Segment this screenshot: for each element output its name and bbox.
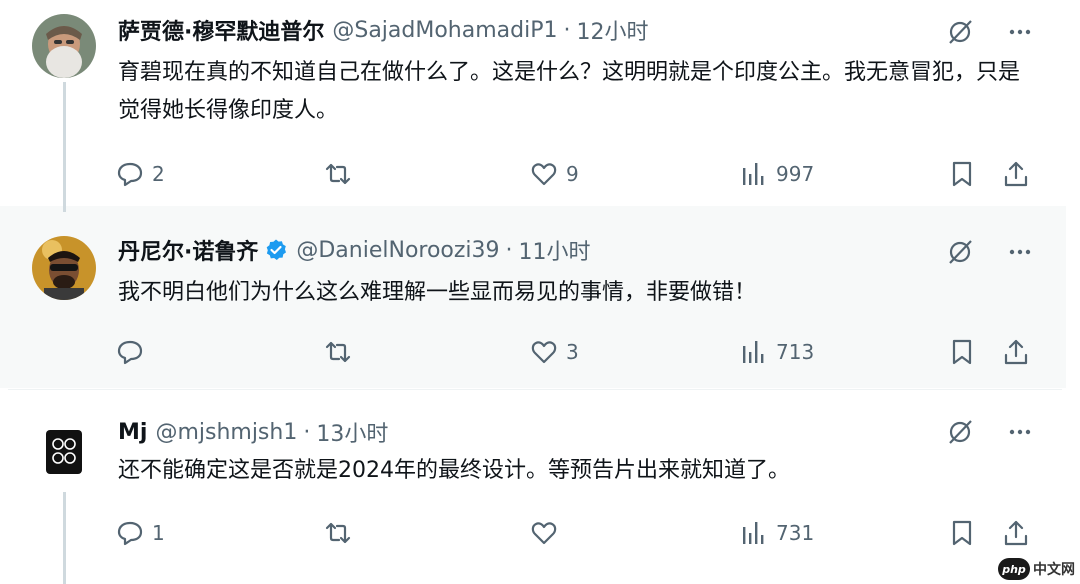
retweet-icon [325,163,351,185]
display-name[interactable]: 丹尼尔·诺鲁齐 [118,234,258,266]
reply-icon [117,162,143,187]
avatar[interactable] [32,420,96,484]
retweet-button[interactable] [324,515,360,551]
like-icon [531,163,557,186]
like-button[interactable]: 9 [530,156,579,192]
timestamp[interactable]: 12小时 [576,14,648,46]
bookmark-button[interactable] [948,515,976,551]
bookmark-button[interactable] [948,156,976,192]
watermark-text: 中文网 [1033,562,1075,578]
like-count: 3 [566,340,579,364]
views-count: 997 [776,162,815,186]
share-icon [1004,339,1028,365]
separator: · [563,17,571,43]
action-bar: 2 9 997 [116,156,1036,192]
verified-badge-icon [264,238,288,262]
tweet-text: 还不能确定这是否就是2024年的最终设计。等预告片出来就知道了。 [118,458,790,483]
bookmark-button[interactable] [948,334,976,370]
bookmark-icon [952,339,972,365]
more-icon[interactable] [1008,240,1032,268]
timestamp[interactable]: 11小时 [519,234,591,266]
views-button[interactable]: 713 [740,334,814,370]
retweet-icon [325,341,351,363]
more-icon[interactable] [1008,20,1032,48]
watermark: php 中文网 [998,556,1076,582]
reply-button[interactable] [116,334,152,370]
bookmark-icon [952,161,972,187]
display-name[interactable]: Mj [118,420,147,445]
reply-icon [117,340,143,365]
like-icon [531,341,557,364]
action-bar: 1 731 [116,515,1036,551]
views-button[interactable]: 731 [740,515,814,551]
separator: · [303,419,311,445]
views-count: 731 [776,521,815,545]
retweet-button[interactable] [324,334,360,370]
handle[interactable]: @mjshmjsh1 [155,420,297,445]
tweet-text: 我不明白他们为什么这么难理解一些显而易见的事情，非要做错！ [118,280,757,305]
reply-count: 1 [152,521,165,545]
like-button[interactable] [530,515,566,551]
grok-icon[interactable] [946,238,974,270]
retweet-icon [325,522,351,544]
views-count: 713 [776,340,815,364]
tweet-text: 育碧现在真的不知道自己在做什么了。这是什么？这明明就是个印度公主。我无意冒犯，只… [118,60,1021,123]
like-count: 9 [566,162,579,186]
reply-button[interactable]: 2 [116,156,165,192]
share-icon [1004,520,1028,546]
views-icon [743,522,764,544]
action-bar: 3 713 [116,334,1036,370]
watermark-logo: php [998,558,1030,580]
bookmark-icon [952,520,972,546]
reply-icon [117,521,143,546]
reply-count: 2 [152,162,165,186]
avatar[interactable] [32,236,96,300]
divider [8,389,1062,390]
separator: · [505,237,513,263]
views-icon [743,341,764,363]
avatar[interactable] [32,14,96,78]
grok-icon[interactable] [946,18,974,50]
views-button[interactable]: 997 [740,156,814,192]
handle[interactable]: @SajadMohamadiP1 [332,18,557,43]
handle[interactable]: @DanielNoroozi39 [296,238,499,263]
more-icon[interactable] [1008,420,1032,448]
share-button[interactable] [1002,334,1030,370]
thread-line [63,492,66,584]
reply-button[interactable]: 1 [116,515,165,551]
thread-line [63,82,66,212]
like-button[interactable]: 3 [530,334,579,370]
share-button[interactable] [1002,515,1030,551]
retweet-button[interactable] [324,156,360,192]
share-icon [1004,161,1028,187]
share-button[interactable] [1002,156,1030,192]
timestamp[interactable]: 13小时 [316,416,388,448]
like-icon [531,522,557,545]
grok-icon[interactable] [946,418,974,450]
display-name[interactable]: 萨贾德·穆罕默迪普尔 [118,14,324,46]
views-icon [743,163,764,185]
